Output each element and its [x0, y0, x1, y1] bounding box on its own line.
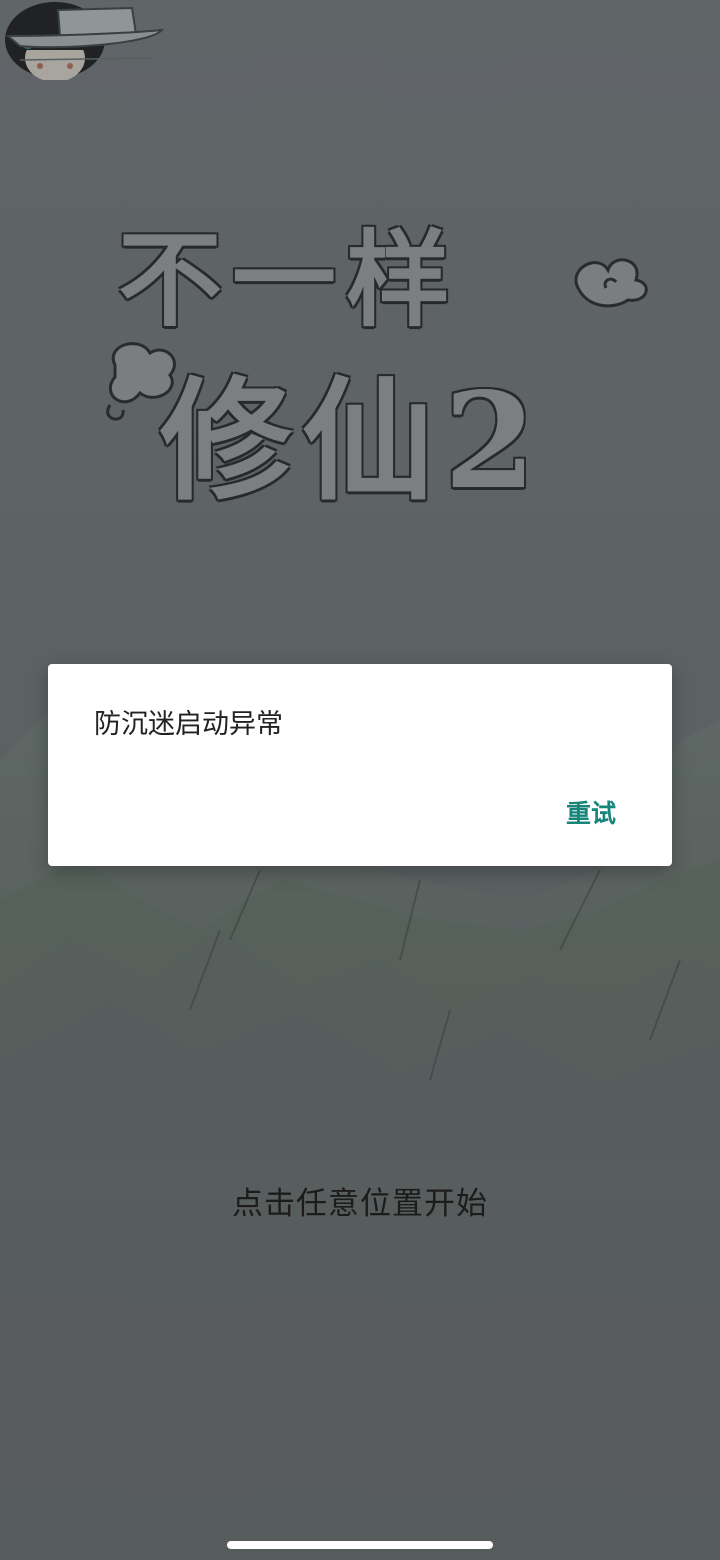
dialog-message: 防沉迷启动异常	[94, 709, 283, 740]
home-indicator[interactable]	[227, 1541, 493, 1549]
boat-icon	[5, 6, 165, 61]
tap-to-start-hint[interactable]: 点击任意位置开始	[0, 1178, 720, 1223]
anti-addiction-error-dialog: 防沉迷启动异常 重试	[48, 664, 672, 866]
retry-button[interactable]: 重试	[550, 790, 632, 834]
